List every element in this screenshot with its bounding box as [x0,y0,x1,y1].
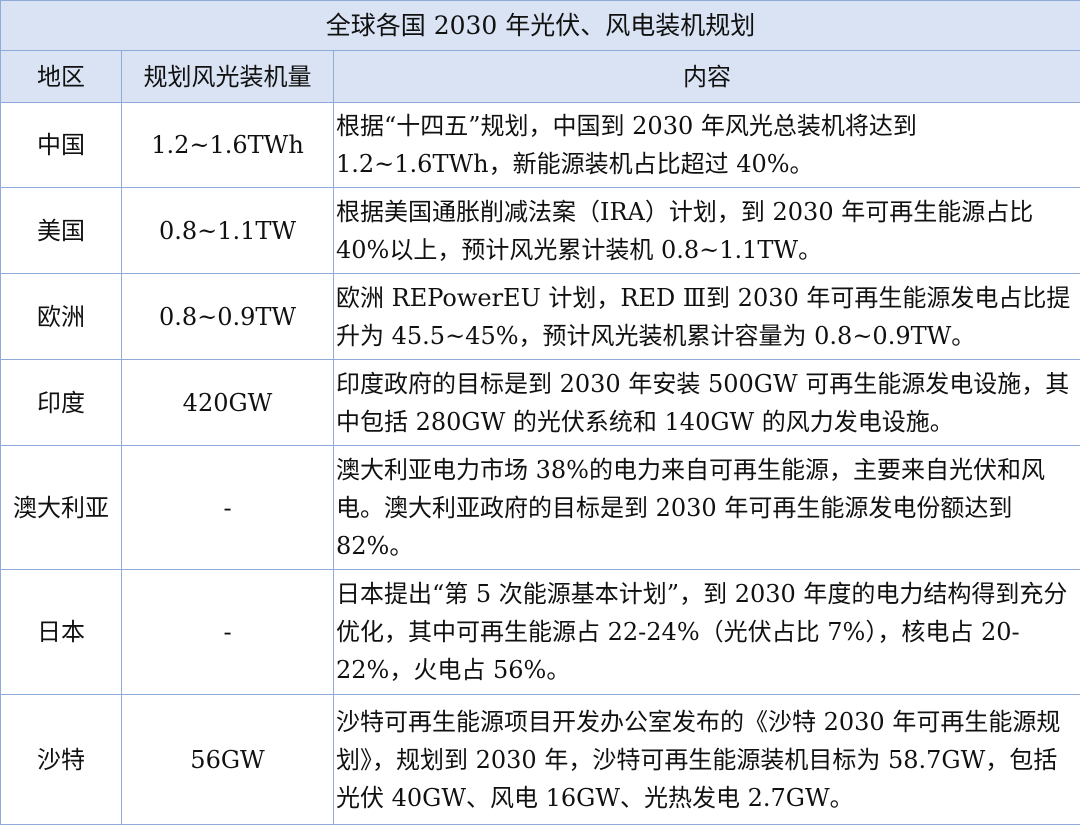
capacity-cell: 1.2~1.6TWh [122,103,334,188]
capacity-cell: - [122,570,334,695]
header-region: 地区 [1,51,122,103]
region-cell: 沙特 [1,695,122,825]
table-title-row: 全球各国 2030 年光伏、风电装机规划 [1,1,1080,51]
capacity-cell: 420GW [122,360,334,446]
capacity-cell: - [122,446,334,570]
region-cell: 欧洲 [1,274,122,360]
table-row: 沙特 56GW 沙特可再生能源项目开发办公室发布的《沙特 2030 年可再生能源… [1,695,1080,825]
renewable-plan-table: 全球各国 2030 年光伏、风电装机规划 地区 规划风光装机量 内容 中国 1.… [0,0,1080,825]
content-cell: 根据“十四五”规划，中国到 2030 年风光总装机将达到 1.2~1.6TWh，… [334,103,1080,188]
region-cell: 印度 [1,360,122,446]
region-cell: 中国 [1,103,122,188]
table-header-row: 地区 规划风光装机量 内容 [1,51,1080,103]
capacity-cell: 56GW [122,695,334,825]
table-title: 全球各国 2030 年光伏、风电装机规划 [1,1,1080,51]
table-row: 印度 420GW 印度政府的目标是到 2030 年安装 500GW 可再生能源发… [1,360,1080,446]
content-cell: 沙特可再生能源项目开发办公室发布的《沙特 2030 年可再生能源规划》，规划到 … [334,695,1080,825]
table-row: 日本 - 日本提出“第 5 次能源基本计划”，到 2030 年度的电力结构得到充… [1,570,1080,695]
content-cell: 日本提出“第 5 次能源基本计划”，到 2030 年度的电力结构得到充分优化，其… [334,570,1080,695]
region-cell: 澳大利亚 [1,446,122,570]
header-content: 内容 [334,51,1080,103]
content-cell: 欧洲 REPowerEU 计划，RED Ⅲ到 2030 年可再生能源发电占比提升… [334,274,1080,360]
region-cell: 日本 [1,570,122,695]
header-capacity: 规划风光装机量 [122,51,334,103]
content-cell: 根据美国通胀削减法案（IRA）计划，到 2030 年可再生能源占比 40%以上，… [334,188,1080,274]
content-cell: 印度政府的目标是到 2030 年安装 500GW 可再生能源发电设施，其中包括 … [334,360,1080,446]
table-row: 澳大利亚 - 澳大利亚电力市场 38%的电力来自可再生能源，主要来自光伏和风电。… [1,446,1080,570]
table-row: 欧洲 0.8~0.9TW 欧洲 REPowerEU 计划，RED Ⅲ到 2030… [1,274,1080,360]
capacity-cell: 0.8~0.9TW [122,274,334,360]
table-row: 美国 0.8~1.1TW 根据美国通胀削减法案（IRA）计划，到 2030 年可… [1,188,1080,274]
region-cell: 美国 [1,188,122,274]
content-cell: 澳大利亚电力市场 38%的电力来自可再生能源，主要来自光伏和风电。澳大利亚政府的… [334,446,1080,570]
table-row: 中国 1.2~1.6TWh 根据“十四五”规划，中国到 2030 年风光总装机将… [1,103,1080,188]
capacity-cell: 0.8~1.1TW [122,188,334,274]
